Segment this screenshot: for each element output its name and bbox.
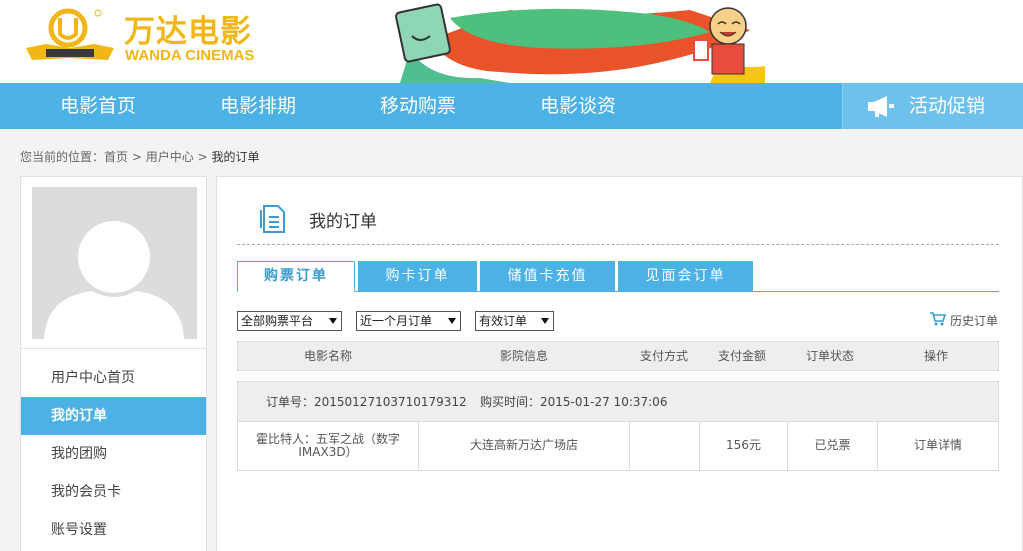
brand-name-en: WANDA CINEMAS [125,47,255,64]
order-cinema-cell: 大连高新万达广场店 [419,421,630,470]
order-header-row: 订单号：20150127103710179312 购买时间：2015-01-27… [237,381,999,422]
sidebar-item-my-orders[interactable]: 我的订单 [21,397,206,435]
document-icon [260,205,285,233]
order-purchase-time: 购买时间：2015-01-27 10:37:06 [480,395,668,409]
promo-banner[interactable] [390,0,770,83]
megaphone-icon [868,96,894,117]
order-movie-name-line1: 霍比特人：五军之战（数字 [255,431,400,446]
order-status: 已兑票 [814,438,851,452]
tab-card-orders[interactable]: 购卡订单 [358,261,477,292]
cart-icon [930,312,946,326]
orders-table-header: 电影名称 影院信息 支付方式 支付金额 订单状态 操作 [237,341,999,371]
breadcrumb-separator: > [131,150,142,164]
column-header-payment-method: 支付方式 [640,349,689,363]
order-status-select-value: 有效订单 [479,314,528,328]
breadcrumb-current: 我的订单 [211,150,260,164]
tab-ticket-orders[interactable]: 购票订单 [237,261,355,292]
nav-item-movie-talk[interactable]: 电影谈资 [540,83,616,129]
breadcrumb-prefix: 您当前的位置： [20,150,105,164]
column-header-action: 操作 [924,349,949,363]
nav-item-schedule[interactable]: 电影排期 [220,83,296,129]
tab-meetup-orders[interactable]: 见面会订单 [618,261,753,292]
breadcrumb-user-center[interactable]: 用户中心 [146,150,194,164]
time-range-select-value: 近一个月订单 [360,314,433,328]
sidebar: 用户中心首页 我的订单 我的团购 我的会员卡 账号设置 [20,176,207,551]
nav-item-promotions[interactable]: 活动促销 [842,83,1023,129]
time-range-select[interactable]: 近一个月订单 [356,311,461,331]
nav-item-home[interactable]: 电影首页 [60,83,136,129]
tab-stored-value-topup[interactable]: 储值卡充值 [480,261,615,292]
sidebar-item-user-center[interactable]: 用户中心首页 [21,359,206,397]
chevron-down-icon [329,318,337,324]
brand-name-cn: 万达电影 [124,14,252,50]
sidebar-item-group-buy[interactable]: 我的团购 [21,435,206,473]
order-payment-cell [630,421,700,470]
table-row: 霍比特人：五军之战（数字 IMAX3D） 大连高新万达广场店 156元 已兑票 … [237,421,999,471]
page-title: 我的订单 [309,212,377,232]
main-nav: 电影首页 电影排期 移动购票 电影谈资 活动促销 [0,83,1023,129]
column-header-amount: 支付金额 [718,349,767,363]
platform-select[interactable]: 全部购票平台 [237,311,342,331]
wanda-logo[interactable] [20,8,120,68]
breadcrumb-separator: > [197,150,208,164]
avatar-placeholder-icon [44,221,184,339]
sidebar-item-account-settings[interactable]: 账号设置 [21,511,206,549]
order-status-select[interactable]: 有效订单 [475,311,554,331]
site-header: 万达电影 WANDA CINEMAS [0,0,1023,83]
avatar[interactable] [32,187,197,339]
column-header-movie: 电影名称 [304,349,353,363]
column-header-cinema: 影院信息 [500,349,549,363]
history-orders-label: 历史订单 [950,314,999,328]
order-movie-cell: 霍比特人：五军之战（数字 IMAX3D） [238,421,419,470]
order-details-link[interactable]: 订单详情 [914,439,962,452]
order-amount: 156元 [726,438,761,452]
order-status-cell: 已兑票 [788,421,878,470]
sidebar-divider [21,348,206,349]
title-divider [237,244,999,245]
order-number: 订单号：20150127103710179312 [266,395,467,409]
sidebar-item-member-card[interactable]: 我的会员卡 [21,473,206,511]
chevron-down-icon [448,318,456,324]
order-cinema: 大连高新万达广场店 [469,438,578,452]
order-amount-cell: 156元 [700,421,788,470]
orders-panel: 我的订单 购票订单 购卡订单 储值卡充值 见面会订单 全部购票平台 近一个月订单… [216,176,1023,551]
order-action-cell: 订单详情 [878,421,998,470]
promo-label: 活动促销 [909,95,986,117]
platform-select-value: 全部购票平台 [241,314,314,328]
chevron-down-icon [541,318,549,324]
breadcrumb-home[interactable]: 首页 [104,150,128,164]
order-movie-name: 霍比特人：五军之战（数字 IMAX3D） [255,431,400,459]
column-header-status: 订单状态 [806,349,855,363]
breadcrumb: 您当前的位置：首页 > 用户中心 > 我的订单 [20,148,260,165]
nav-item-mobile-ticket[interactable]: 移动购票 [380,83,456,129]
order-movie-name-line2: IMAX3D） [298,444,358,459]
